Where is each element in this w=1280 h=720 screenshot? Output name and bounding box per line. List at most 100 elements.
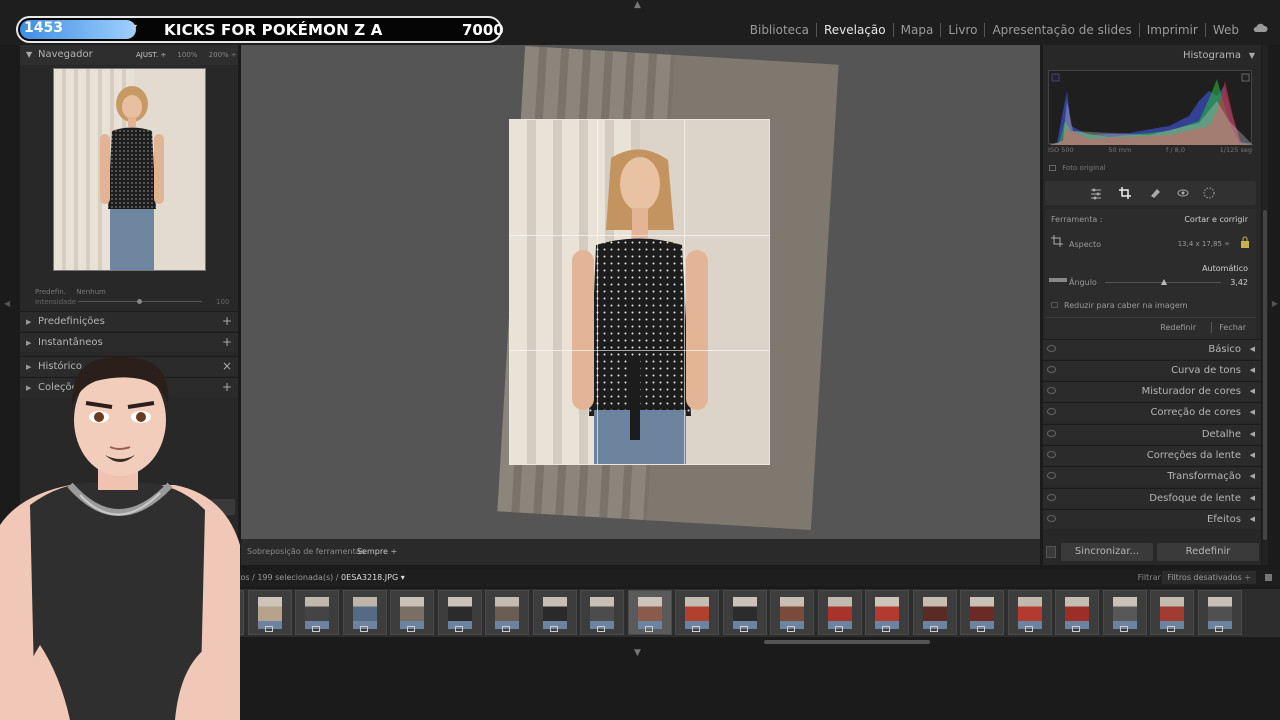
crop-frame[interactable]: [509, 119, 770, 465]
expand-triangle-icon: ◀: [1249, 494, 1255, 502]
eraser-icon[interactable]: [1148, 186, 1162, 200]
navigator-header[interactable]: ▼ Navegador AJUST. ÷ 100% 200% ÷: [20, 45, 238, 65]
checkbox-icon[interactable]: [1051, 302, 1058, 308]
module-mapa[interactable]: Mapa: [894, 23, 942, 37]
module-livro[interactable]: Livro: [941, 23, 986, 37]
left-panel-toggle-icon[interactable]: ◀: [4, 299, 10, 308]
thumbnail-image: [1112, 597, 1137, 629]
auto-button[interactable]: Automático: [1202, 264, 1248, 273]
crop-handle-bottom-right[interactable]: [762, 457, 769, 464]
zoom-100[interactable]: 100%: [177, 51, 197, 59]
filmstrip-thumbnail[interactable]: [342, 590, 387, 635]
add-icon[interactable]: +: [222, 314, 232, 328]
filmstrip-thumbnail[interactable]: [1007, 590, 1052, 635]
section-transformacao[interactable]: Transformação ◀: [1043, 466, 1261, 486]
bottom-panel-toggle-icon[interactable]: ▼: [634, 648, 641, 658]
histogram-header[interactable]: Histograma ▼: [1043, 45, 1261, 67]
section-desfoque-de-lente[interactable]: Desfoque de lente ◀: [1043, 488, 1261, 508]
filmstrip-thumbnail[interactable]: [817, 590, 862, 635]
filmstrip-thumbnail[interactable]: [770, 590, 814, 635]
top-panel-toggle-icon[interactable]: ▲: [634, 0, 641, 10]
eye-icon[interactable]: [1047, 451, 1056, 458]
preset-row[interactable]: Predefin. Nenhum: [35, 288, 106, 296]
zoom-200[interactable]: 200% ÷: [209, 51, 237, 59]
crop-handle-bottom-left[interactable]: [510, 457, 517, 464]
filmstrip-thumbnail[interactable]: [1055, 590, 1099, 635]
angle-ruler-icon[interactable]: [1049, 276, 1067, 284]
crop-close-button[interactable]: Fechar: [1219, 323, 1246, 332]
filmstrip-thumbnail[interactable]: [1102, 590, 1147, 635]
zoom-fit[interactable]: AJUST. ÷: [136, 51, 166, 59]
lock-icon[interactable]: [1240, 236, 1250, 248]
filter-lock-icon[interactable]: [1265, 574, 1272, 581]
filmstrip-thumbnail[interactable]: [437, 590, 482, 635]
filmstrip-thumbnail[interactable]: [532, 590, 577, 635]
eye-icon[interactable]: [1047, 366, 1056, 373]
filmstrip-thumbnail[interactable]: [1197, 590, 1242, 635]
module-revelacao[interactable]: Revelação: [817, 23, 894, 37]
filmstrip-thumbnail[interactable]: [865, 590, 909, 635]
module-web[interactable]: Web: [1206, 23, 1246, 37]
red-eye-icon[interactable]: [1176, 186, 1190, 200]
filmstrip-thumbnail[interactable]: [485, 590, 529, 635]
exif-shutter: 1/125 seg: [1219, 146, 1252, 154]
eye-icon[interactable]: [1047, 430, 1056, 437]
filmstrip-thumbnail[interactable]: [1150, 590, 1194, 635]
filmstrip-thumbnail[interactable]: [295, 590, 339, 635]
filmstrip-thumbnail[interactable]: [960, 590, 1004, 635]
filmstrip-thumbnail[interactable]: [722, 590, 767, 635]
crop-handle-top-right[interactable]: [762, 120, 769, 127]
section-efeitos[interactable]: Efeitos ◀: [1043, 509, 1261, 529]
navigator-thumbnail-image: [54, 69, 205, 270]
eye-icon[interactable]: [1047, 345, 1056, 352]
thumbnail-image: [352, 597, 377, 629]
eye-icon[interactable]: [1047, 408, 1056, 415]
eye-icon[interactable]: [1047, 515, 1056, 522]
angle-value[interactable]: 3,42: [1230, 278, 1248, 287]
section-misturador-de-cores[interactable]: Misturador de cores ◀: [1043, 381, 1261, 401]
module-apresentacao[interactable]: Apresentação de slides: [985, 23, 1140, 37]
masking-icon[interactable]: [1202, 186, 1216, 200]
eye-icon[interactable]: [1047, 387, 1056, 394]
reset-button[interactable]: Redefinir: [1157, 543, 1259, 561]
filmstrip-thumbnail[interactable]: [247, 590, 292, 635]
section-basico[interactable]: Básico ◀: [1043, 339, 1261, 359]
original-photo-toggle[interactable]: Foto original: [1049, 164, 1106, 172]
filmstrip-scrollbar[interactable]: [764, 640, 930, 644]
thumbnail-image: [1065, 597, 1089, 629]
filmstrip-thumbnail[interactable]: [580, 590, 624, 635]
navigator-preview[interactable]: [53, 68, 206, 271]
overlay-select[interactable]: Sempre ÷: [357, 547, 397, 556]
filmstrip-thumbnail[interactable]: [912, 590, 957, 635]
crop-handle-top-left[interactable]: [510, 120, 517, 127]
eye-icon[interactable]: [1047, 472, 1056, 479]
cloud-icon[interactable]: [1252, 23, 1268, 33]
angle-slider-knob[interactable]: [1161, 279, 1167, 285]
right-panel-toggle-icon[interactable]: ▶: [1272, 299, 1278, 308]
section-detalhe[interactable]: Detalhe ◀: [1043, 424, 1261, 444]
edit-badge-icon: [502, 626, 510, 632]
section-correcao-de-cores[interactable]: Correção de cores ◀: [1043, 402, 1261, 422]
sync-button[interactable]: Sincronizar...: [1061, 543, 1153, 561]
sliders-icon[interactable]: [1089, 186, 1103, 200]
filmstrip-thumbnail[interactable]: [627, 590, 672, 635]
aspect-value[interactable]: 13,4 x 17,85 ÷: [1178, 240, 1230, 248]
filmstrip-thumbnail[interactable]: [390, 590, 434, 635]
right-panel-scroll-thumb[interactable]: [1263, 210, 1267, 540]
section-predefinicoes[interactable]: ▶ Predefinições +: [20, 311, 238, 331]
auto-sync-toggle[interactable]: [1046, 546, 1056, 558]
current-file[interactable]: 0ESA3218.JPG ▾: [341, 573, 405, 582]
image-canvas[interactable]: [241, 45, 1040, 539]
intensity-slider-knob[interactable]: [137, 299, 142, 304]
thumbnail-image: [495, 597, 519, 629]
section-curva-de-tons[interactable]: Curva de tons ◀: [1043, 360, 1261, 380]
crop-tool-icon[interactable]: [1118, 186, 1132, 200]
histogram-graph[interactable]: [1048, 70, 1253, 145]
module-imprimir[interactable]: Imprimir: [1140, 23, 1206, 37]
crop-reset-button[interactable]: Redefinir: [1160, 323, 1196, 332]
filmstrip-thumbnail[interactable]: [675, 590, 719, 635]
section-correcoes-da-lente[interactable]: Correções da lente ◀: [1043, 445, 1261, 465]
filter-select[interactable]: Filtros desativados ÷: [1162, 571, 1256, 584]
eye-icon[interactable]: [1047, 494, 1056, 501]
module-biblioteca[interactable]: Biblioteca: [743, 23, 817, 37]
